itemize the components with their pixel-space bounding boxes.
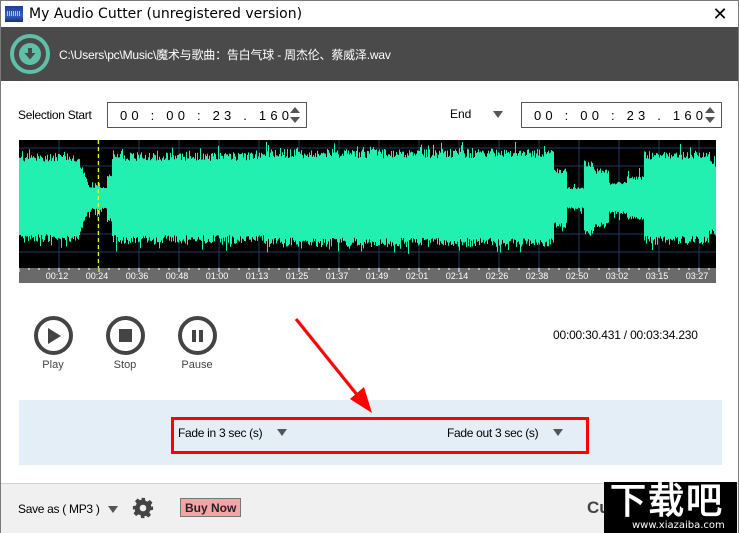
play-icon xyxy=(48,327,61,344)
time-label: 01:13 xyxy=(246,271,269,281)
waveform-canvas[interactable]: 00:12 00:24 00:36 00:48 01:00 01:13 01:25 01:37… xyxy=(19,140,722,283)
watermark-logo: 下载吧 www.xiazaiba.com xyxy=(604,482,737,533)
waveform-margin xyxy=(716,140,722,283)
time-label: 00:48 xyxy=(166,271,189,281)
stop-button[interactable]: Stop xyxy=(95,316,155,371)
spin-up-icon[interactable] xyxy=(705,107,715,113)
end-dropdown-icon[interactable] xyxy=(493,111,503,118)
watermark-url: www.xiazaiba.com xyxy=(632,520,725,531)
file-path: C:\Users\pc\Music\魔术与歌曲：告白气球 - 周杰伦、蔡威泽.w… xyxy=(59,47,391,62)
title-bar: My Audio Cutter (unregistered version) ✕ xyxy=(1,1,738,27)
watermark-text: 下载吧 xyxy=(610,481,725,522)
gear-icon[interactable] xyxy=(132,497,154,519)
time-label: 03:15 xyxy=(646,271,669,281)
selection-end-input[interactable]: 00 : 00 : 23 . 160 xyxy=(521,102,722,128)
pause-icon xyxy=(191,329,203,342)
play-button[interactable]: Play xyxy=(23,316,83,371)
time-label: 03:27 xyxy=(686,271,709,281)
save-as-dropdown-icon[interactable] xyxy=(108,506,118,513)
window-title: My Audio Cutter (unregistered version) xyxy=(29,6,303,22)
selection-end-value: 00 : 00 : 23 . 160 xyxy=(534,107,708,123)
spin-up-icon[interactable] xyxy=(290,107,300,113)
time-label: 03:02 xyxy=(606,271,629,281)
spin-down-icon[interactable] xyxy=(705,117,715,123)
time-label: 02:26 xyxy=(486,271,509,281)
save-as-select[interactable]: Save as ( MP3 ) xyxy=(18,502,100,516)
file-bar: C:\Users\pc\Music\魔术与歌曲：告白气球 - 周杰伦、蔡威泽.w… xyxy=(1,27,738,81)
playback-position: 00:00:30.431 / 00:03:34.230 xyxy=(553,328,698,342)
time-label: 02:14 xyxy=(446,271,469,281)
time-label: 02:38 xyxy=(526,271,549,281)
play-label: Play xyxy=(42,359,64,371)
buy-now-button[interactable]: Buy Now xyxy=(180,498,242,517)
annotation-arrow-icon xyxy=(294,318,372,413)
time-label: 01:37 xyxy=(326,271,349,281)
time-label: 01:25 xyxy=(286,271,309,281)
open-file-button[interactable] xyxy=(10,34,50,74)
time-label: 01:00 xyxy=(206,271,229,281)
close-icon: ✕ xyxy=(712,3,728,24)
spin-down-icon[interactable] xyxy=(290,117,300,123)
pause-button[interactable]: Pause xyxy=(167,316,227,371)
selection-start-label: Selection Start xyxy=(18,108,92,122)
selection-start-value: 00 : 00 : 23 . 160 xyxy=(120,107,294,123)
buy-now-label: Buy Now xyxy=(185,500,237,515)
time-label: 02:01 xyxy=(406,271,429,281)
time-label: 00:24 xyxy=(86,271,109,281)
selection-start-input[interactable]: 00 : 00 : 23 . 160 xyxy=(107,102,307,128)
fade-in-dropdown-icon[interactable] xyxy=(277,429,287,436)
app-window: My Audio Cutter (unregistered version) ✕… xyxy=(0,0,739,533)
selection-end-spinner[interactable] xyxy=(705,107,715,123)
stop-label: Stop xyxy=(113,359,137,371)
fade-out-dropdown-icon[interactable] xyxy=(553,429,563,436)
waveform-panel[interactable]: 00:12 00:24 00:36 00:48 01:00 01:13 01:25 01:37… xyxy=(19,140,722,283)
time-label: 02:50 xyxy=(566,271,589,281)
fade-out-select[interactable]: Fade out 3 sec (s) xyxy=(447,426,539,440)
stop-icon xyxy=(118,329,132,342)
time-label: 00:12 xyxy=(46,271,69,281)
download-circle-icon xyxy=(19,43,41,65)
end-label: End xyxy=(450,107,472,121)
time-label: 00:36 xyxy=(126,271,149,281)
app-icon xyxy=(5,6,23,22)
selection-start-spinner[interactable] xyxy=(290,107,300,123)
close-button[interactable]: ✕ xyxy=(710,4,730,24)
pause-label: Pause xyxy=(181,359,213,371)
fade-in-select[interactable]: Fade in 3 sec (s) xyxy=(178,426,263,440)
time-label: 01:49 xyxy=(366,271,389,281)
